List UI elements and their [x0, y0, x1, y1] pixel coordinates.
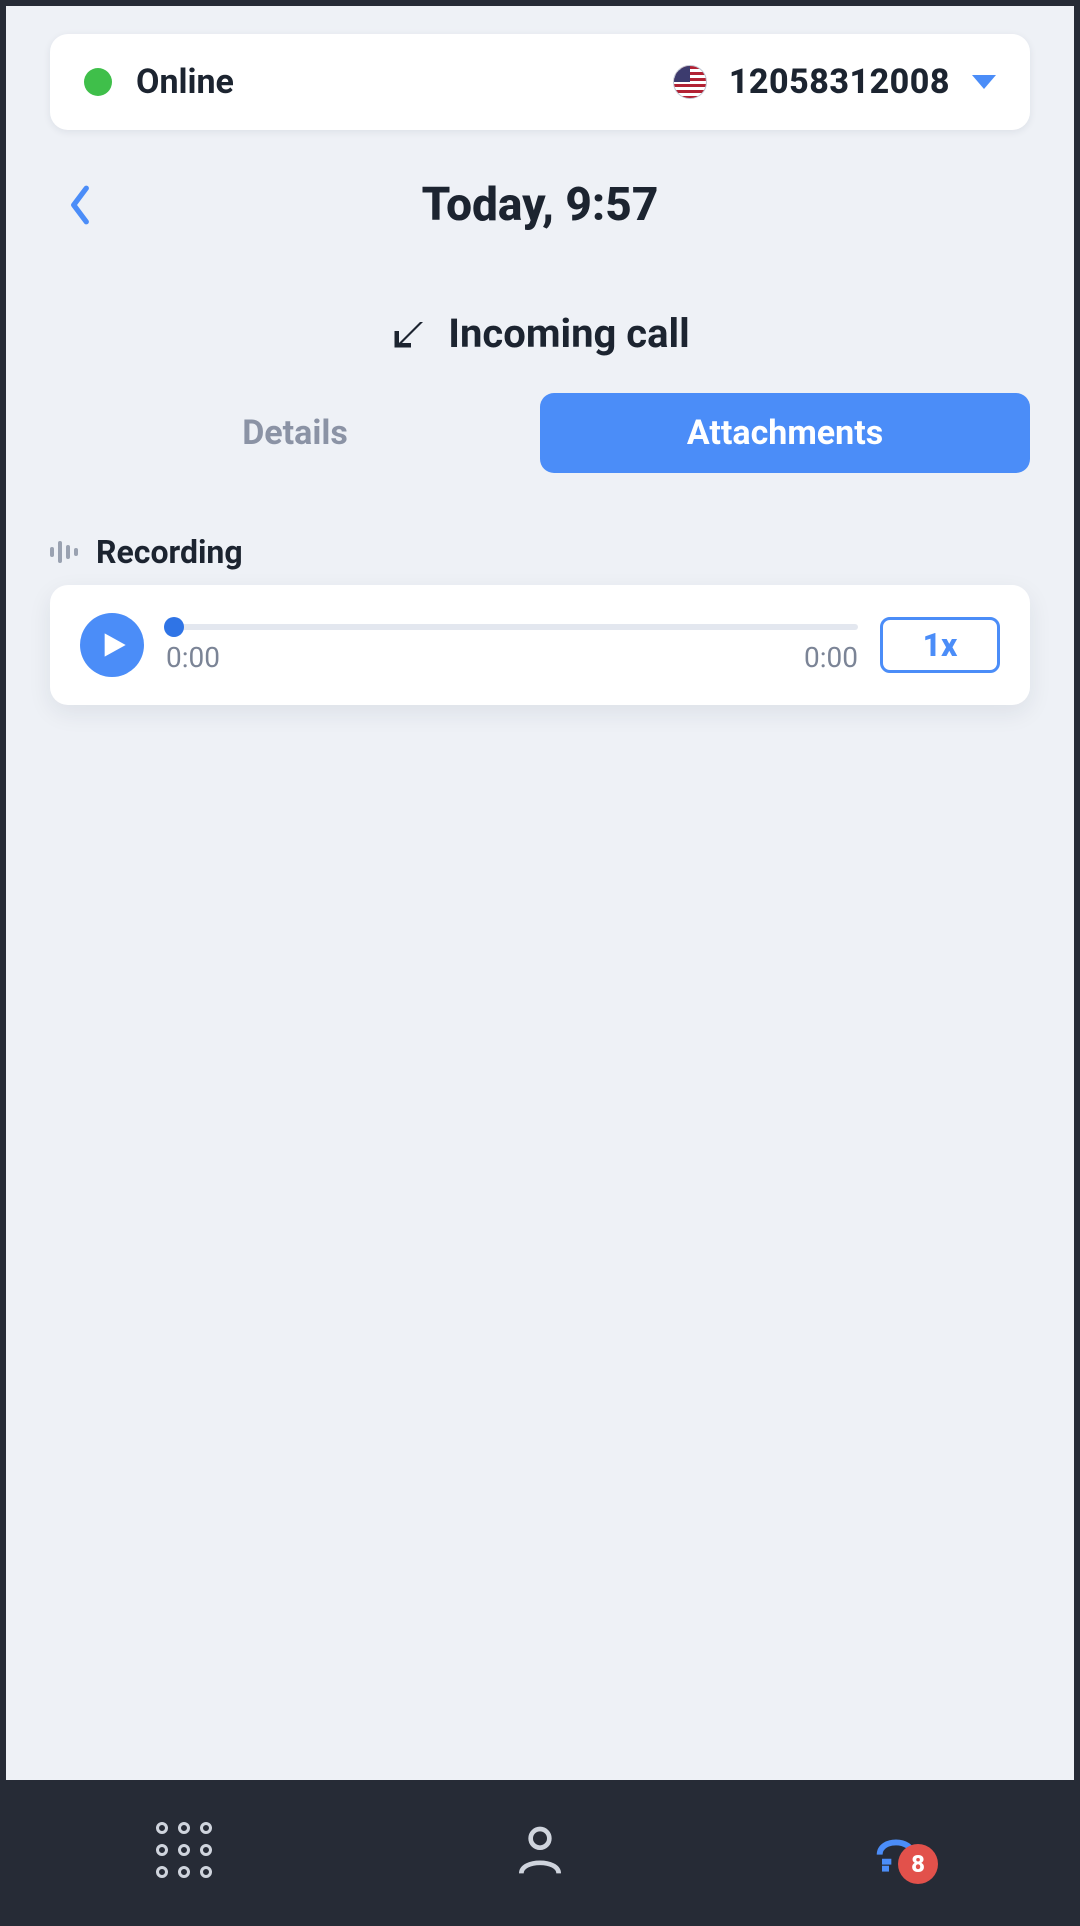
chevron-left-icon — [67, 184, 93, 226]
call-direction-row: Incoming call — [6, 310, 1074, 357]
tab-details-label: Details — [242, 413, 348, 453]
nav-calls[interactable]: 8 — [718, 1822, 1074, 1878]
total-time: 0:00 — [804, 641, 858, 674]
playback-speed-button[interactable]: 1x — [880, 617, 1000, 673]
page-title: Today, 9:57 — [50, 178, 1030, 232]
nav-contacts[interactable] — [362, 1822, 718, 1878]
status-left: Online — [84, 62, 234, 102]
phone-number: 12058312008 — [729, 62, 950, 102]
track-area: 0:00 0:00 — [166, 617, 858, 674]
nav-dialpad[interactable] — [6, 1822, 362, 1878]
seek-track — [166, 624, 858, 630]
audio-player: 0:00 0:00 1x — [50, 585, 1030, 705]
recording-title: Recording — [96, 533, 243, 571]
chevron-down-icon — [972, 75, 996, 89]
play-icon — [100, 631, 128, 659]
tab-details[interactable]: Details — [50, 393, 540, 473]
dialpad-icon — [156, 1822, 212, 1878]
phone-selector[interactable]: 12058312008 — [673, 62, 996, 102]
current-time: 0:00 — [166, 641, 220, 674]
tabs: Details Attachments — [50, 393, 1030, 473]
status-label: Online — [136, 62, 234, 102]
recording-section: Recording 0:00 0:00 1x — [50, 533, 1030, 705]
content-spacer — [6, 705, 1074, 1780]
playback-speed-label: 1x — [923, 626, 958, 664]
bottom-nav: 8 — [6, 1780, 1074, 1920]
online-indicator-icon — [84, 68, 112, 96]
play-button[interactable] — [80, 613, 144, 677]
incoming-arrow-icon — [390, 316, 426, 352]
call-direction-label: Incoming call — [448, 310, 689, 357]
tab-attachments-label: Attachments — [687, 413, 883, 453]
seek-knob[interactable] — [164, 617, 184, 637]
waveform-icon — [50, 539, 78, 565]
seek-slider[interactable] — [166, 617, 858, 637]
calls-badge-count: 8 — [911, 1850, 925, 1878]
person-icon — [512, 1822, 568, 1878]
flag-us-icon — [673, 65, 707, 99]
tab-attachments[interactable]: Attachments — [540, 393, 1030, 473]
calls-badge: 8 — [898, 1844, 938, 1884]
back-button[interactable] — [50, 175, 110, 235]
recording-header: Recording — [50, 533, 1030, 571]
track-times: 0:00 0:00 — [166, 641, 858, 674]
status-bar: Online 12058312008 — [50, 34, 1030, 130]
page-header: Today, 9:57 — [50, 170, 1030, 240]
